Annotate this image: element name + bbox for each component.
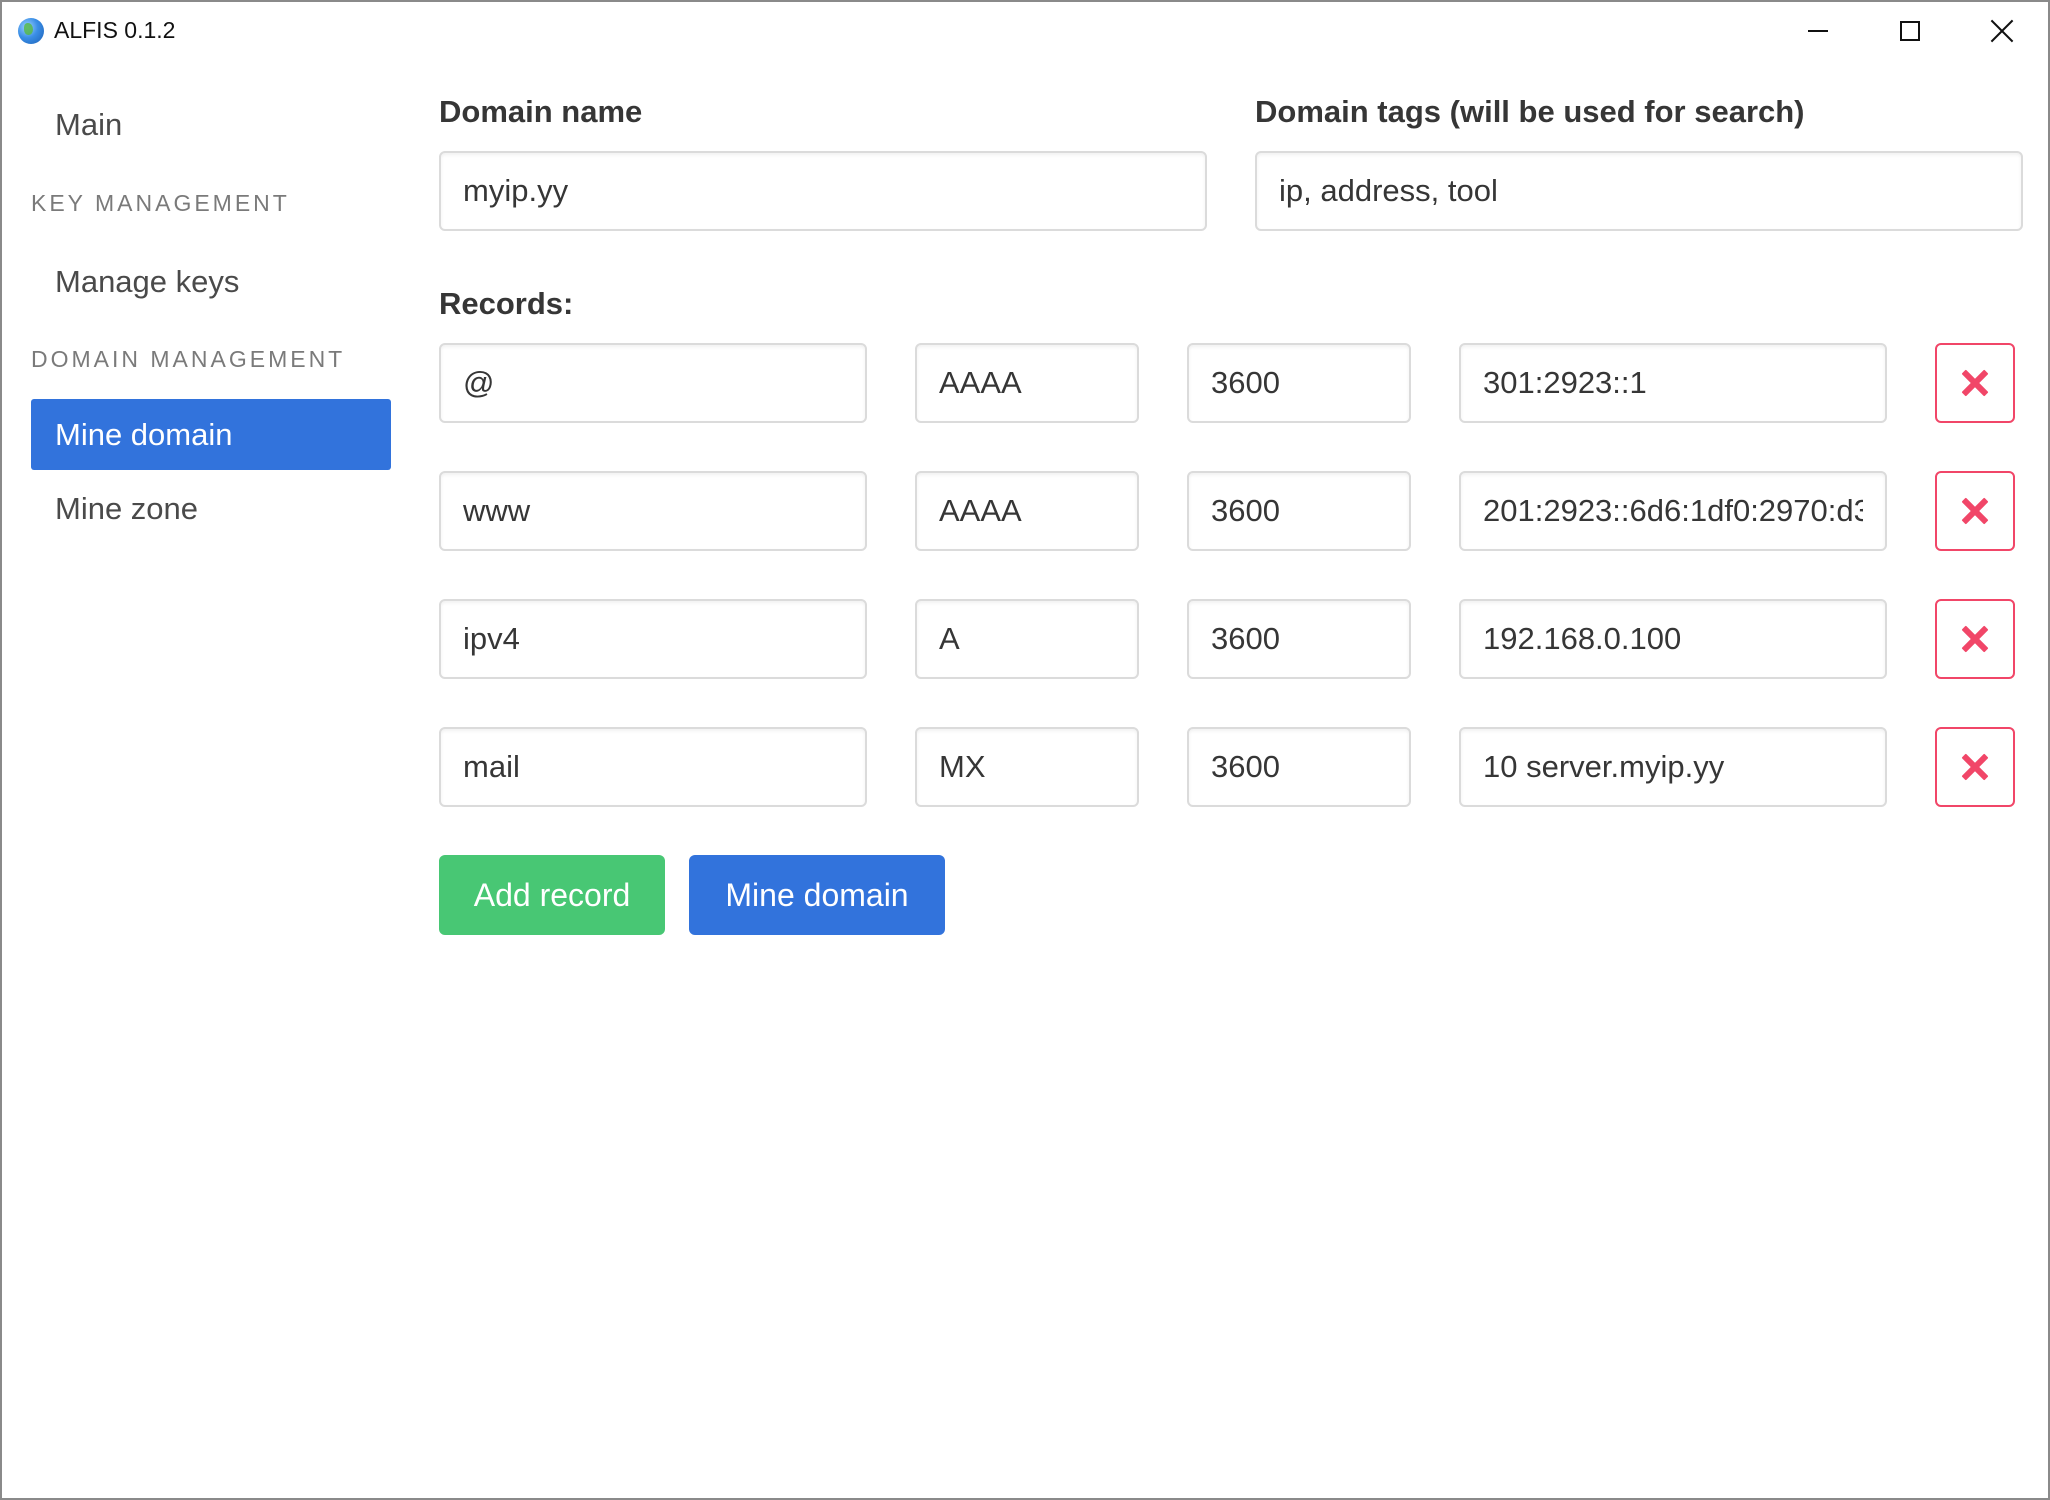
record-ttl-input[interactable]: [1187, 471, 1411, 551]
globe-icon: [18, 18, 44, 44]
delete-icon: [1961, 369, 1989, 397]
add-record-button[interactable]: Add record: [439, 855, 665, 935]
delete-record-button[interactable]: [1935, 727, 2015, 807]
record-type-input[interactable]: [915, 343, 1139, 423]
record-value-input[interactable]: [1459, 727, 1887, 807]
record-name-input[interactable]: [439, 343, 867, 423]
record-type-input[interactable]: [915, 599, 1139, 679]
record-name-input[interactable]: [439, 471, 867, 551]
delete-record-button[interactable]: [1935, 599, 2015, 679]
sidebar-item-manage-keys[interactable]: Manage keys: [31, 246, 391, 317]
record-ttl-input[interactable]: [1187, 599, 1411, 679]
domain-name-label: Domain name: [439, 94, 643, 129]
record-name-input[interactable]: [439, 727, 867, 807]
sidebar-item-mine-zone[interactable]: Mine zone: [31, 473, 391, 544]
domain-name-input[interactable]: [439, 151, 1207, 231]
record-type-input[interactable]: [915, 727, 1139, 807]
domain-tags-label: Domain tags (will be used for search): [1255, 94, 1805, 129]
minimize-button[interactable]: [1772, 2, 1864, 60]
minimize-icon: [1808, 30, 1828, 32]
sidebar-item-mine-domain[interactable]: Mine domain: [31, 399, 391, 470]
close-icon: [1990, 19, 2014, 43]
maximize-button[interactable]: [1864, 2, 1956, 60]
delete-record-button[interactable]: [1935, 343, 2015, 423]
record-value-input[interactable]: [1459, 471, 1887, 551]
delete-icon: [1961, 753, 1989, 781]
records-label: Records:: [439, 286, 574, 321]
record-value-input[interactable]: [1459, 599, 1887, 679]
record-type-input[interactable]: [915, 471, 1139, 551]
delete-icon: [1961, 625, 1989, 653]
record-ttl-input[interactable]: [1187, 727, 1411, 807]
menu-label-key-management: KEY MANAGEMENT: [31, 190, 290, 216]
delete-icon: [1961, 497, 1989, 525]
window-title: ALFIS 0.1.2: [54, 17, 176, 43]
record-name-input[interactable]: [439, 599, 867, 679]
delete-record-button[interactable]: [1935, 471, 2015, 551]
app-window: ALFIS 0.1.2 Main KEY MANAGEMENT Manage k…: [0, 0, 2050, 1500]
title-bar: ALFIS 0.1.2: [2, 2, 2048, 60]
close-window-button[interactable]: [1956, 2, 2048, 60]
record-ttl-input[interactable]: [1187, 343, 1411, 423]
mine-domain-button[interactable]: Mine domain: [689, 855, 945, 935]
domain-tags-input[interactable]: [1255, 151, 2023, 231]
record-value-input[interactable]: [1459, 343, 1887, 423]
menu-label-domain-management: DOMAIN MANAGEMENT: [31, 346, 346, 372]
sidebar-item-main[interactable]: Main: [31, 89, 391, 160]
maximize-icon: [1900, 21, 1920, 41]
